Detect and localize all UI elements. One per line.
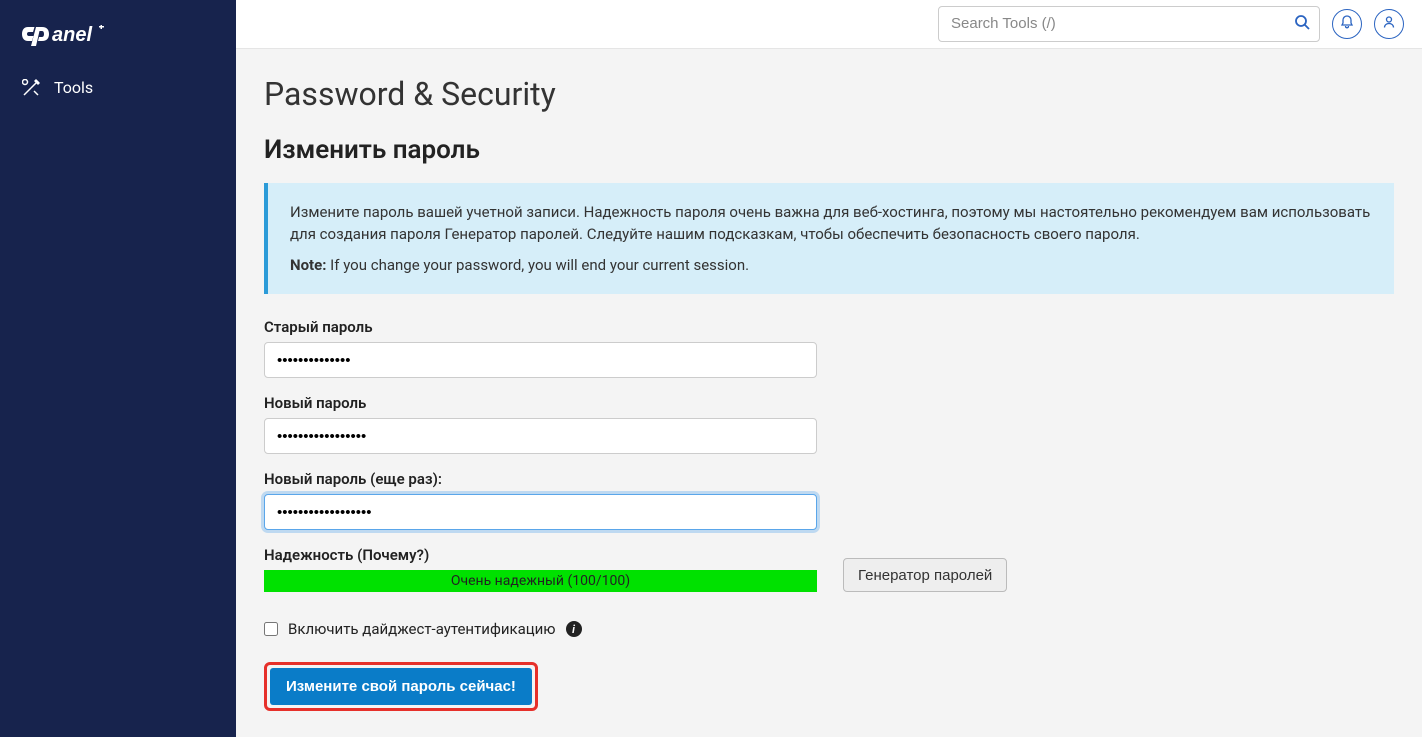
- user-button[interactable]: [1374, 9, 1404, 39]
- note-text: If you change your password, you will en…: [326, 256, 749, 274]
- info-icon[interactable]: i: [566, 621, 582, 637]
- note-label: Note:: [290, 256, 326, 274]
- digest-auth-label: Включить дайджест-аутентификацию: [288, 620, 556, 638]
- topbar: [236, 0, 1422, 49]
- info-box: Измените пароль вашей учетной записи. На…: [264, 183, 1394, 295]
- section-title: Изменить пароль: [264, 135, 1394, 165]
- strength-label: Надежность (Почему?): [264, 546, 817, 564]
- strength-bar: Очень надежный (100/100): [264, 570, 817, 592]
- old-password-group: Старый пароль: [264, 318, 1394, 378]
- new-password-label: Новый пароль: [264, 394, 1394, 412]
- old-password-label: Старый пароль: [264, 318, 1394, 336]
- bell-icon: [1340, 14, 1354, 33]
- content: Password & Security Изменить пароль Изме…: [236, 49, 1422, 737]
- new-password-input[interactable]: [264, 418, 817, 454]
- new-password-group: Новый пароль: [264, 394, 1394, 454]
- confirm-password-label: Новый пароль (еще раз):: [264, 470, 1394, 488]
- confirm-password-group: Новый пароль (еще раз):: [264, 470, 1394, 530]
- old-password-input[interactable]: [264, 342, 817, 378]
- strength-text: Очень надежный (100/100): [451, 573, 630, 589]
- sidebar-item-tools[interactable]: Tools: [0, 66, 236, 109]
- strength-group: Надежность (Почему?) Очень надежный (100…: [264, 546, 1394, 592]
- digest-auth-row: Включить дайджест-аутентификацию i: [264, 620, 1394, 638]
- change-password-button[interactable]: Измените свой пароль сейчас!: [270, 668, 532, 705]
- page-title: Password & Security: [264, 75, 1394, 113]
- info-text: Измените пароль вашей учетной записи. На…: [290, 201, 1372, 246]
- tools-icon: [22, 79, 40, 97]
- search-input[interactable]: [938, 6, 1320, 42]
- user-icon: [1382, 14, 1396, 33]
- submit-highlight: Измените свой пароль сейчас!: [264, 662, 538, 711]
- notifications-button[interactable]: [1332, 9, 1362, 39]
- cpanel-logo[interactable]: anel: [0, 0, 236, 66]
- svg-text:anel: anel: [52, 24, 92, 46]
- search-icon[interactable]: [1294, 14, 1310, 34]
- confirm-password-input[interactable]: [264, 494, 817, 530]
- sidebar: anel Tools: [0, 0, 236, 737]
- sidebar-item-label: Tools: [54, 78, 93, 97]
- search-wrap: [938, 6, 1320, 42]
- password-generator-button[interactable]: Генератор паролей: [843, 558, 1007, 592]
- digest-auth-checkbox[interactable]: [264, 622, 278, 636]
- info-note: Note: If you change your password, you w…: [290, 254, 1372, 277]
